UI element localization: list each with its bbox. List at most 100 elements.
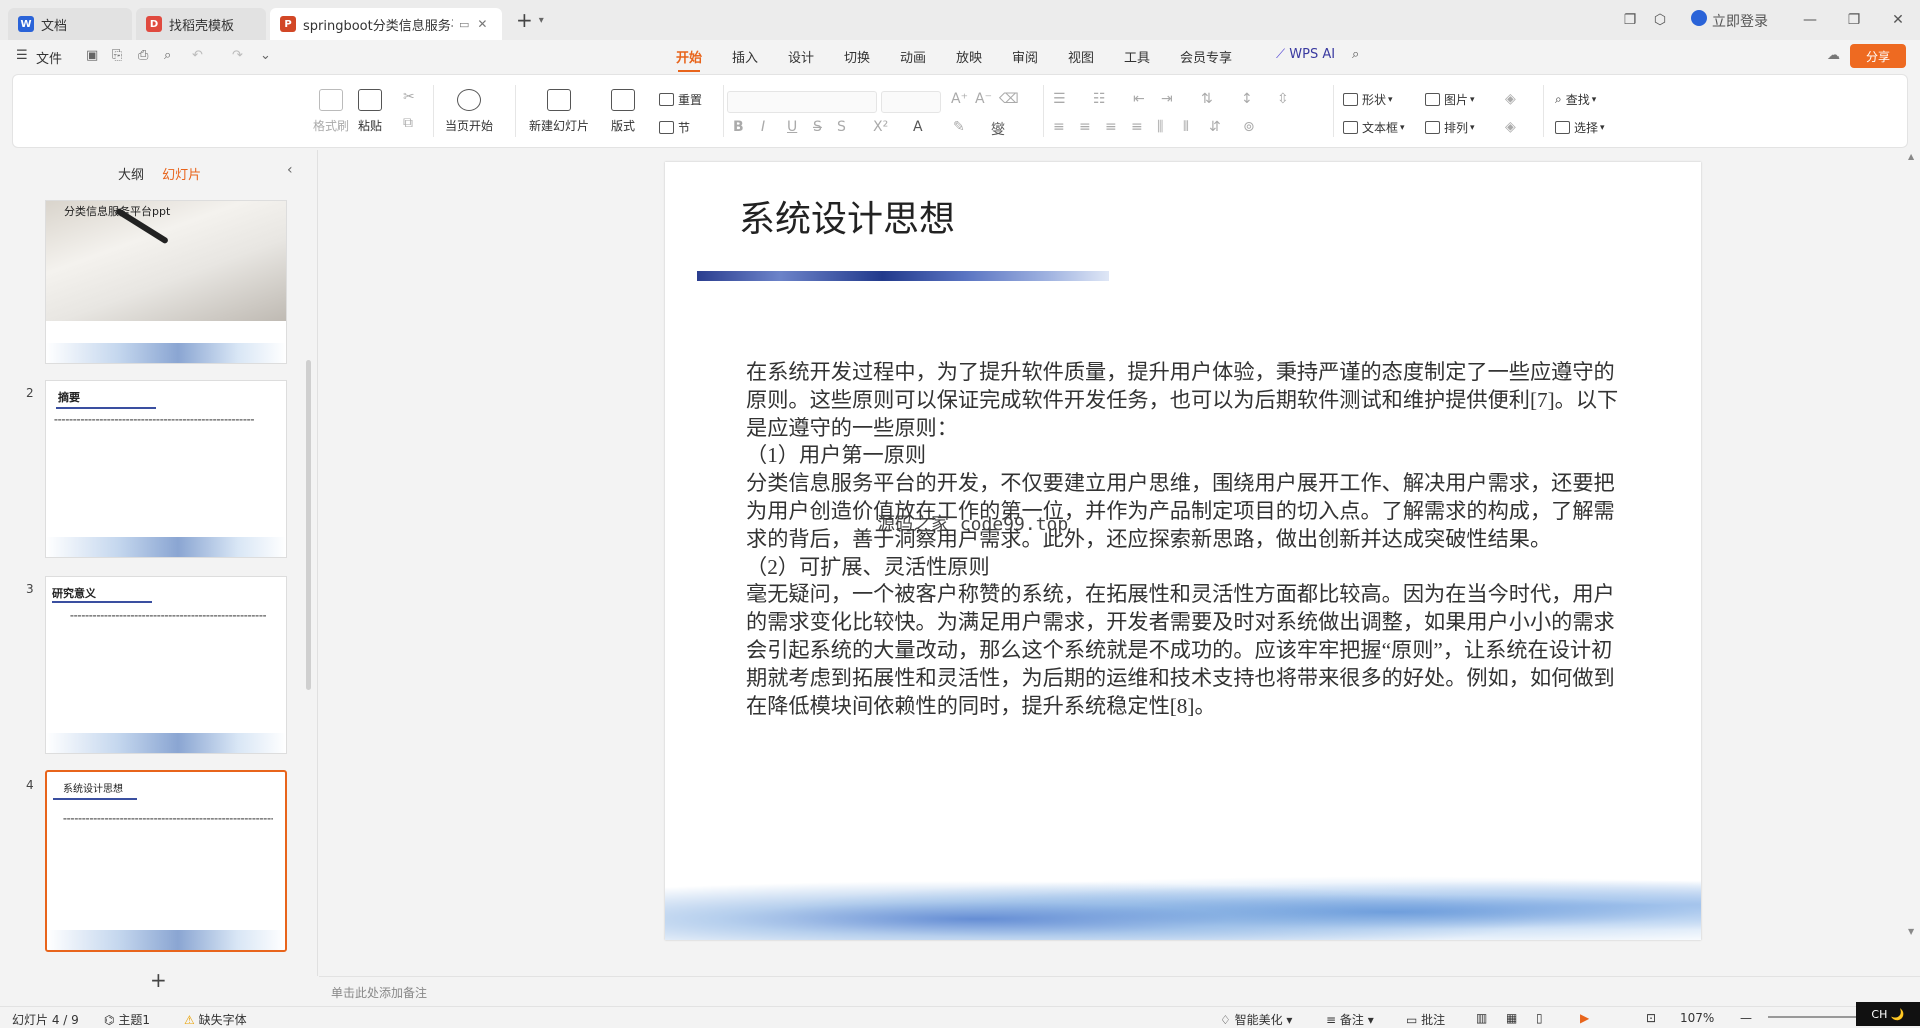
arrange-button[interactable]: 排列 ▾ [1425, 119, 1475, 136]
font-color-icon[interactable]: A [913, 119, 923, 135]
align-center-icon[interactable]: ≡ [1079, 119, 1091, 135]
align-left-icon[interactable]: ≡ [1053, 119, 1065, 135]
font-size-select[interactable] [881, 91, 941, 113]
slide-thumbnail-2[interactable]: 摘要 ▬▬▬▬▬▬▬▬▬▬▬▬▬▬▬▬▬▬▬▬▬▬▬▬▬▬▬▬▬▬▬▬▬▬▬▬▬… [45, 380, 287, 558]
tab-slides[interactable]: 幻灯片 [162, 168, 201, 183]
fill-color-icon[interactable]: ◈ [1505, 91, 1516, 107]
para-spacing-icon[interactable]: ⇵ [1209, 119, 1221, 135]
indent-icon[interactable]: ⇥ [1161, 91, 1173, 107]
fit-slide-icon[interactable]: ⊡ [1646, 1011, 1656, 1025]
shadow-icon[interactable]: S [837, 119, 846, 135]
current-slide[interactable]: 系统设计思想 在系统开发过程中，为了提升软件质量，提升用户体验，秉持严谨的态度制… [665, 162, 1701, 940]
play-from-current-button[interactable]: 当页开始 [445, 89, 493, 134]
bold-icon[interactable]: B [733, 119, 744, 135]
slide-thumbnail-1[interactable]: 分类信息服务平台ppt [45, 200, 287, 364]
select-button[interactable]: 选择 ▾ [1555, 119, 1605, 136]
normal-view-icon[interactable]: ▥ [1476, 1011, 1487, 1025]
slide-body-text[interactable]: 在系统开发过程中，为了提升软件质量，提升用户体验，秉持严谨的态度制定了一些应遵守… [746, 359, 1626, 720]
increase-font-icon[interactable]: A⁺ [951, 91, 968, 107]
print-preview-icon[interactable]: ⌕ [164, 48, 171, 63]
comments-button[interactable]: ▭ 批注 [1406, 1011, 1445, 1028]
zoom-level[interactable]: 107% [1680, 1011, 1714, 1025]
align-right-icon[interactable]: ≡ [1105, 119, 1117, 135]
share-button[interactable]: 分享 [1850, 44, 1906, 68]
panel-scrollbar[interactable] [306, 360, 311, 690]
layout-button[interactable]: 版式 [611, 89, 635, 134]
italic-icon[interactable]: I [761, 119, 765, 135]
print-icon[interactable]: ⎙ [138, 48, 148, 63]
menu-member[interactable]: 会员专享 [1180, 47, 1232, 66]
copy-icon[interactable]: ⧉ [403, 115, 413, 131]
theme-button[interactable]: ⌬ 主题1 [104, 1011, 150, 1028]
tab-presentation[interactable]: P springboot分类信息服务平 ▭ ✕ [270, 8, 502, 40]
textbox-button[interactable]: 文本框 ▾ [1343, 119, 1405, 136]
missing-font-button[interactable]: ⚠ 缺失字体 [184, 1011, 247, 1028]
text-direction-icon[interactable]: ⇅ [1201, 91, 1213, 107]
distribute-icon[interactable]: ⫼ [1157, 119, 1163, 135]
close-window-icon[interactable]: ✕ [1876, 12, 1920, 28]
numbering-icon[interactable]: ☷ [1093, 91, 1106, 107]
clear-format-icon[interactable]: ⌫ [999, 91, 1019, 107]
find-button[interactable]: ⌕ 查找 ▾ [1555, 91, 1596, 108]
monitor-icon[interactable]: ▭ [459, 18, 469, 31]
font-family-select[interactable] [727, 91, 877, 113]
zoom-slider[interactable] [1768, 1016, 1864, 1018]
scroll-up-icon[interactable]: ▲ [1908, 152, 1914, 161]
slide-sorter-icon[interactable]: ▦ [1506, 1011, 1517, 1025]
new-tab-icon[interactable]: + [516, 8, 533, 32]
collapse-panel-icon[interactable]: ‹ [287, 162, 293, 178]
tab-docer-templates[interactable]: D 找稻壳模板 [136, 8, 266, 40]
strikethrough-icon[interactable]: S̶ [813, 119, 822, 135]
notes-toggle-button[interactable]: ≡ 备注 ▾ [1326, 1011, 1374, 1028]
restore-layout-icon[interactable]: ❐ [1615, 12, 1645, 28]
export-icon[interactable]: ⎘ [112, 48, 122, 63]
paste-button[interactable]: 粘贴 [358, 89, 382, 134]
play-slideshow-icon[interactable]: ▶ [1580, 1011, 1589, 1025]
menu-slideshow[interactable]: 放映 [956, 47, 982, 66]
slide-thumbnail-3[interactable]: 研究意义 ▬▬▬▬▬▬▬▬▬▬▬▬▬▬▬▬▬▬▬▬▬▬▬▬▬▬▬▬▬▬▬▬▬▬▬… [45, 576, 287, 754]
add-slide-button[interactable]: + [150, 968, 167, 992]
highlight-icon[interactable]: ✎ [953, 119, 965, 135]
menu-animation[interactable]: 动画 [900, 47, 926, 66]
chevron-down-icon[interactable]: ⌄ [260, 48, 271, 63]
slide-title[interactable]: 系统设计思想 [739, 190, 955, 242]
cloud-upload-icon[interactable]: ☁ [1827, 48, 1840, 63]
format-painter-button[interactable]: 格式刷 [313, 89, 349, 134]
smart-art-icon[interactable]: ⊚ [1243, 119, 1255, 135]
tab-documents[interactable]: W 文档 [8, 8, 132, 40]
align-text-icon[interactable]: ⇳ [1277, 91, 1289, 107]
scroll-down-icon[interactable]: ▼ [1908, 927, 1914, 936]
wps-ai-button[interactable]: ⟋ WPS AI [1276, 47, 1335, 62]
menu-transition[interactable]: 切换 [844, 47, 870, 66]
minimize-icon[interactable]: — [1788, 12, 1832, 28]
shape-button[interactable]: 形状 ▾ [1343, 91, 1393, 108]
redo-icon[interactable]: ↷ [232, 48, 243, 63]
section-button[interactable]: 节 [659, 119, 690, 136]
menu-design[interactable]: 设计 [788, 47, 814, 66]
decrease-font-icon[interactable]: A⁻ [975, 91, 992, 107]
slide-thumbnail-4[interactable]: 系统设计思想 ▬▬▬▬▬▬▬▬▬▬▬▬▬▬▬▬▬▬▬▬▬▬▬▬▬▬▬▬▬▬▬▬▬… [45, 770, 287, 952]
char-spacing-icon[interactable]: 燮 [991, 119, 1005, 139]
columns-icon[interactable]: ⫴ [1183, 119, 1189, 135]
underline-icon[interactable]: U [787, 119, 797, 135]
zoom-out-icon[interactable]: — [1740, 1011, 1752, 1025]
menu-review[interactable]: 审阅 [1012, 47, 1038, 66]
save-icon[interactable]: ▣ [86, 48, 98, 63]
bullets-icon[interactable]: ☰ [1053, 91, 1066, 107]
undo-icon[interactable]: ↶ [192, 48, 203, 63]
menu-insert[interactable]: 插入 [732, 47, 758, 66]
hamburger-icon[interactable]: ☰ [16, 48, 28, 63]
reset-button[interactable]: 重置 [659, 91, 702, 108]
file-menu[interactable]: 文件 [36, 48, 62, 67]
menu-tools[interactable]: 工具 [1124, 47, 1150, 66]
menu-home[interactable]: 开始 [676, 47, 702, 72]
outdent-icon[interactable]: ⇤ [1133, 91, 1145, 107]
canvas-scrollbar[interactable]: ▲ ▼ [1908, 150, 1918, 976]
smart-beautify-button[interactable]: ♢ 智能美化 ▾ [1220, 1011, 1292, 1028]
login-button[interactable]: 立即登录 [1691, 9, 1768, 31]
menu-view[interactable]: 视图 [1068, 47, 1094, 66]
maximize-icon[interactable]: ❐ [1832, 12, 1876, 28]
cube-icon[interactable]: ⬡ [1645, 12, 1675, 28]
justify-icon[interactable]: ≡ [1131, 119, 1143, 135]
tab-outline[interactable]: 大纲 [118, 168, 144, 183]
